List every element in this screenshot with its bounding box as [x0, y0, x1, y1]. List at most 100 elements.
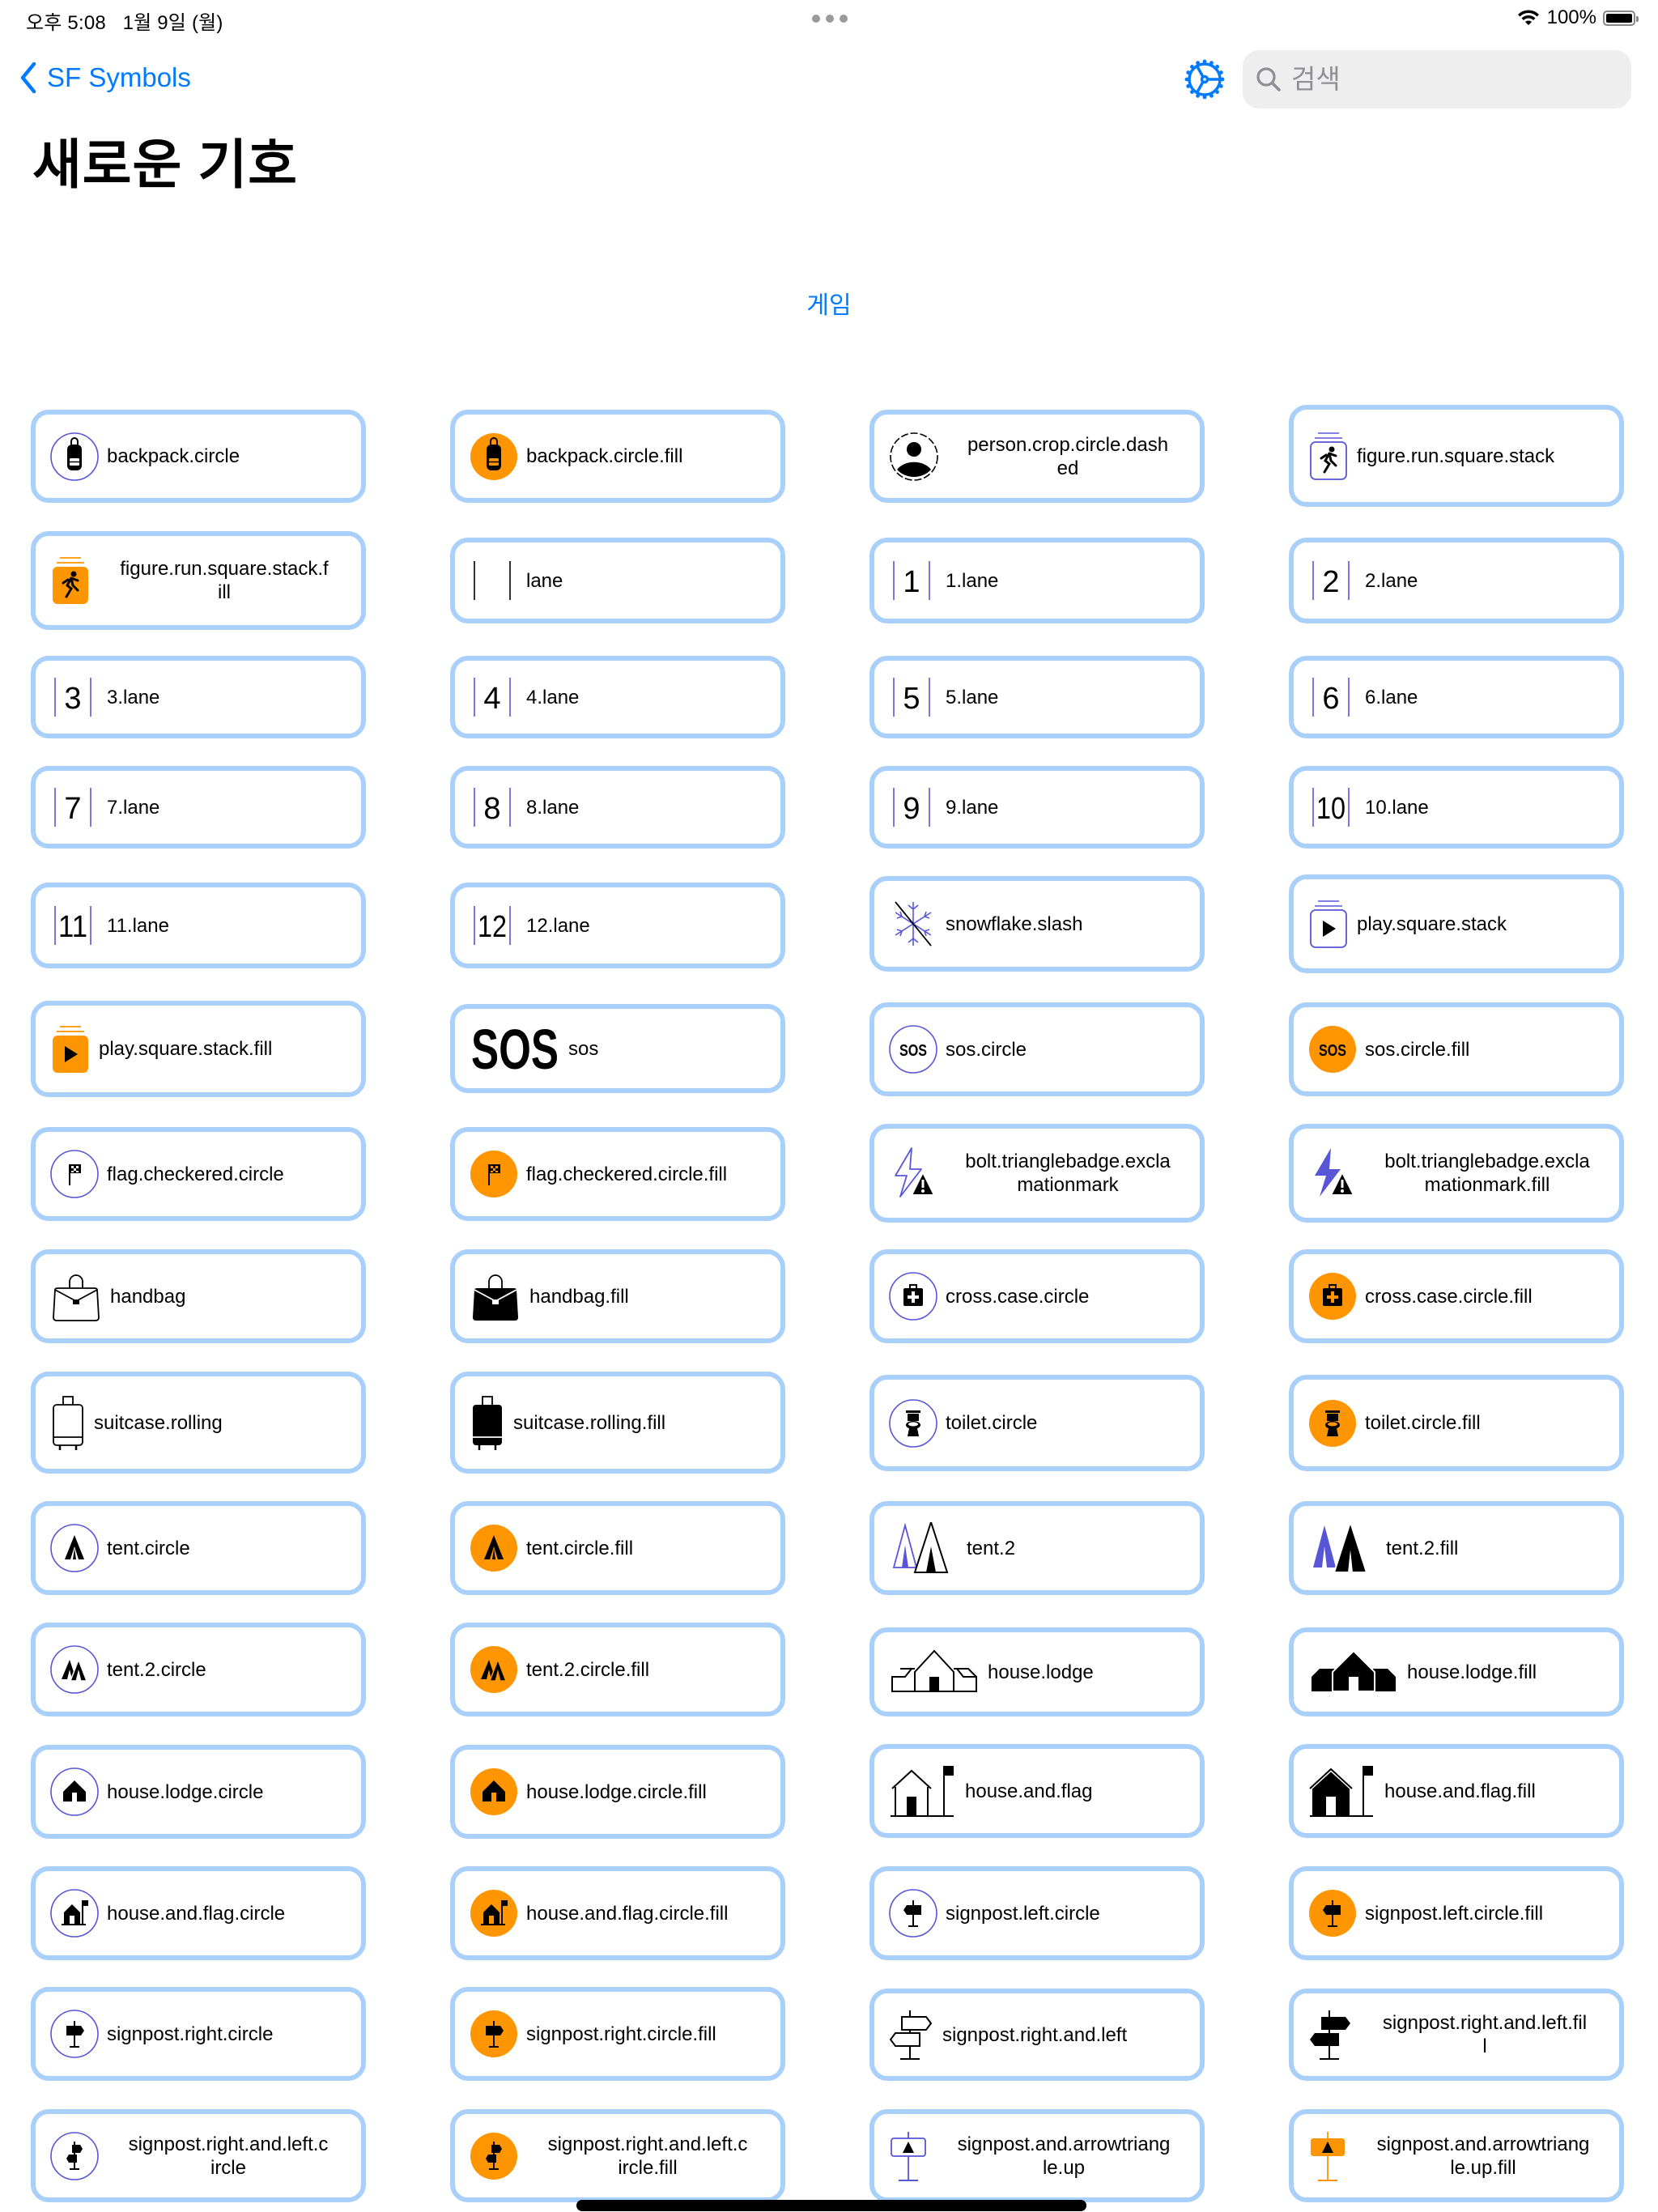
house-lodge-fill-icon — [1308, 1649, 1399, 1695]
symbol-card[interactable]: tent.2.circle — [31, 1623, 366, 1716]
symbol-card[interactable]: signpost.right.circle.fill — [450, 1987, 785, 2081]
svg-text:8: 8 — [483, 792, 500, 826]
symbol-card[interactable]: SOS sos.circle.fill — [1289, 1002, 1624, 1096]
symbol-card[interactable]: house.lodge — [869, 1627, 1205, 1716]
home-indicator[interactable] — [576, 2200, 1086, 2211]
symbol-card[interactable]: play.square.stack.fill — [31, 1001, 366, 1097]
symbol-card[interactable]: signpost.right.circle — [31, 1987, 366, 2081]
symbol-card[interactable]: house.and.flag.circle — [31, 1866, 366, 1960]
symbol-card[interactable]: house.and.flag.circle.fill — [450, 1866, 785, 1960]
sos-circle-icon: SOS — [889, 1025, 937, 1074]
symbol-card[interactable]: flag.checkered.circle.fill — [450, 1127, 785, 1221]
symbol-card[interactable]: house.lodge.circle.fill — [450, 1745, 785, 1839]
symbol-name: house.and.flag.fill — [1384, 1780, 1536, 1802]
symbol-name: signpost.left.circle — [946, 1902, 1100, 1925]
lane-6-icon: 6 — [1308, 673, 1357, 721]
house-and-flag-fill-icon — [1308, 1764, 1376, 1818]
tent-2-icon — [889, 1522, 959, 1574]
symbol-card[interactable]: lane — [450, 538, 785, 623]
symbol-card[interactable]: tent.circle.fill — [450, 1501, 785, 1595]
symbol-card[interactable]: 6 6.lane — [1289, 656, 1624, 738]
symbol-card[interactable]: 7 7.lane — [31, 766, 366, 849]
symbol-card[interactable]: 5 5.lane — [869, 656, 1205, 738]
symbol-card[interactable]: signpost.left.circle — [869, 1866, 1205, 1960]
symbol-card[interactable]: SOS sos — [450, 1004, 785, 1093]
symbol-card[interactable]: signpost.right.and.left.fil l — [1289, 1989, 1624, 2081]
back-label: SF Symbols — [47, 62, 191, 92]
symbol-card[interactable]: figure.run.square.stack.f ill — [31, 531, 366, 630]
multitasking-dots-icon[interactable] — [812, 15, 848, 23]
symbol-card[interactable]: toilet.circle.fill — [1289, 1375, 1624, 1471]
symbol-card[interactable]: 10 10.lane — [1289, 766, 1624, 849]
symbol-card[interactable]: backpack.circle — [31, 410, 366, 503]
symbol-card[interactable]: toilet.circle — [869, 1375, 1205, 1471]
symbol-card[interactable]: house.and.flag — [869, 1744, 1205, 1838]
symbol-card[interactable]: 3 3.lane — [31, 656, 366, 738]
symbol-name: cross.case.circle — [946, 1285, 1090, 1308]
search-input[interactable] — [1290, 63, 1617, 96]
symbol-card[interactable]: signpost.right.and.left.c ircle — [31, 2109, 366, 2202]
symbol-card[interactable]: tent.circle — [31, 1501, 366, 1595]
symbol-card[interactable]: SOS sos.circle — [869, 1002, 1205, 1096]
symbol-card[interactable]: 8 8.lane — [450, 766, 785, 849]
symbol-card[interactable]: tent.2.circle.fill — [450, 1623, 785, 1716]
flag-checkered-circle-fill-icon — [470, 1150, 518, 1198]
lane-5-icon: 5 — [889, 673, 937, 721]
symbol-card[interactable]: snowflake.slash — [869, 876, 1205, 972]
symbol-card[interactable]: 1 1.lane — [869, 538, 1205, 623]
symbol-card[interactable]: cross.case.circle.fill — [1289, 1249, 1624, 1343]
snowflake-slash-icon — [889, 899, 937, 949]
symbol-card[interactable]: tent.2 — [869, 1501, 1205, 1595]
figure-run-square-stack-icon — [1308, 430, 1349, 482]
tent-2-fill-icon — [1308, 1522, 1378, 1574]
back-button[interactable]: SF Symbols — [19, 62, 191, 94]
symbol-card[interactable]: person.crop.circle.dash ed — [869, 410, 1205, 503]
symbol-card[interactable]: house.lodge.circle — [31, 1745, 366, 1839]
symbol-card[interactable]: bolt.trianglebadge.excla mationmark — [869, 1124, 1205, 1223]
section-link-games[interactable]: 게임 — [0, 285, 1658, 321]
symbol-name: sos.circle.fill — [1365, 1038, 1470, 1061]
status-bar: 오후 5:08 1월 9일 (월) 100% — [0, 0, 1658, 39]
symbol-card[interactable]: house.lodge.fill — [1289, 1627, 1624, 1716]
symbol-name: bolt.trianglebadge.excla mationmark — [965, 1151, 1171, 1196]
symbol-card[interactable]: 11 11.lane — [31, 883, 366, 968]
symbol-card[interactable]: play.square.stack — [1289, 874, 1624, 973]
symbol-card[interactable]: signpost.left.circle.fill — [1289, 1866, 1624, 1960]
svg-text:SOS: SOS — [1319, 1042, 1346, 1060]
symbol-card[interactable]: house.and.flag.fill — [1289, 1744, 1624, 1838]
symbol-card[interactable]: 4 4.lane — [450, 656, 785, 738]
symbol-name: bolt.trianglebadge.excla mationmark.fill — [1384, 1151, 1590, 1196]
symbol-card[interactable]: signpost.and.arrowtriang le.up — [869, 2109, 1205, 2202]
time-text: 오후 5:08 — [26, 12, 106, 34]
symbol-card[interactable]: 9 9.lane — [869, 766, 1205, 849]
symbol-card[interactable]: handbag.fill — [450, 1249, 785, 1343]
bolt-trianglebadge-exclamationmark-fill-icon — [1308, 1146, 1358, 1200]
gear-icon[interactable] — [1184, 58, 1226, 100]
symbol-card[interactable]: cross.case.circle — [869, 1249, 1205, 1343]
symbol-name: figure.run.square.stack — [1357, 445, 1555, 467]
symbol-card[interactable]: suitcase.rolling.fill — [450, 1372, 785, 1474]
symbol-card[interactable]: 12 12.lane — [450, 883, 785, 968]
search-field[interactable] — [1243, 50, 1631, 108]
symbol-name: tent.circle.fill — [526, 1537, 634, 1559]
house-and-flag-circle-icon — [50, 1889, 99, 1938]
symbol-card[interactable]: 2 2.lane — [1289, 538, 1624, 623]
symbol-card[interactable]: signpost.right.and.left — [869, 1989, 1205, 2081]
svg-text:12: 12 — [478, 910, 507, 944]
sos-circle-fill-icon: SOS — [1308, 1025, 1357, 1074]
symbol-card[interactable]: handbag — [31, 1249, 366, 1343]
symbol-name: suitcase.rolling.fill — [513, 1411, 666, 1434]
symbol-card[interactable]: signpost.and.arrowtriang le.up.fill — [1289, 2109, 1624, 2202]
symbol-card[interactable]: signpost.right.and.left.c ircle.fill — [450, 2109, 785, 2202]
symbol-card[interactable]: suitcase.rolling — [31, 1372, 366, 1474]
symbol-card[interactable]: backpack.circle.fill — [450, 410, 785, 503]
symbol-card[interactable]: figure.run.square.stack — [1289, 405, 1624, 507]
symbol-card[interactable]: tent.2.fill — [1289, 1501, 1624, 1595]
symbol-name: 10.lane — [1365, 796, 1429, 819]
symbol-name: suitcase.rolling — [94, 1411, 223, 1434]
symbol-name: play.square.stack — [1357, 912, 1507, 935]
handbag-fill-icon — [470, 1270, 521, 1322]
symbol-card[interactable]: bolt.trianglebadge.excla mationmark.fill — [1289, 1124, 1624, 1223]
symbol-card[interactable]: flag.checkered.circle — [31, 1127, 366, 1221]
symbol-name: signpost.right.and.left.c ircle — [128, 2133, 329, 2179]
